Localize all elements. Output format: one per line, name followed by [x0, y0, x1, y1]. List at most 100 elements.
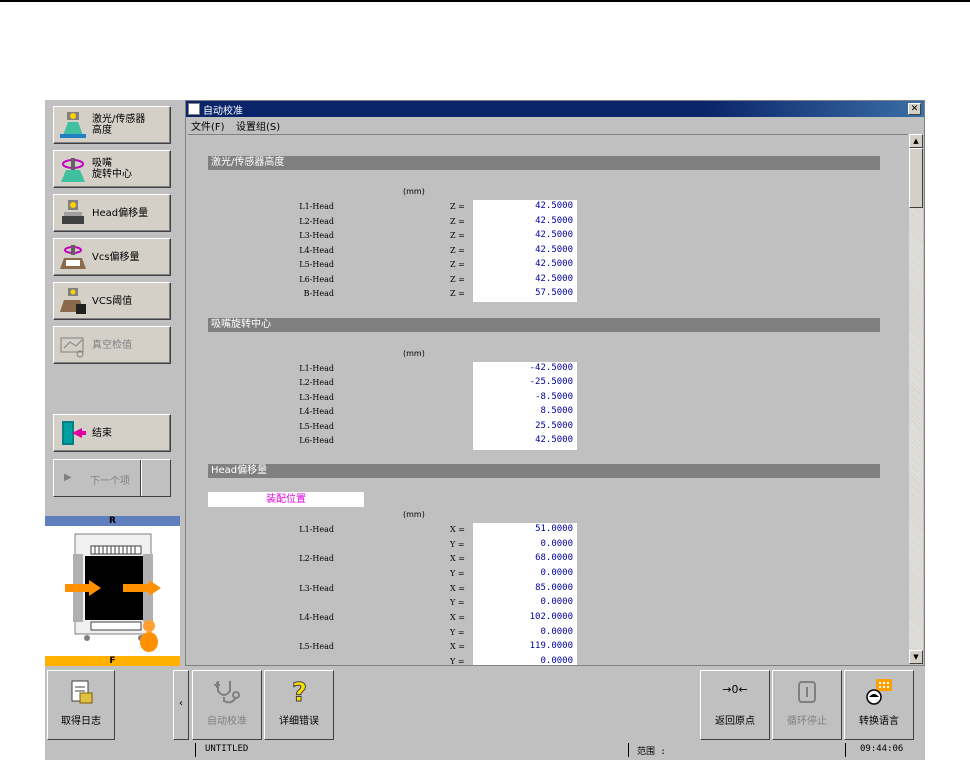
head-offset-unit-label: (mm)	[403, 510, 425, 519]
head-offset-x-field[interactable]: 102.0000	[473, 612, 573, 622]
laser-axis-label: Z =	[450, 260, 465, 269]
log-document-icon	[66, 677, 96, 707]
laser-axis-label: Z =	[450, 289, 465, 298]
app-root: 激光/传感器 高度 吸嘴 旋转中心 Head偏移量 Vcs偏移量 VCS阈值 真…	[45, 100, 925, 760]
nozzle-rotation-icon	[58, 154, 88, 184]
x-axis-label: X =	[450, 584, 465, 593]
auto-check-label: 自动校准	[207, 716, 247, 727]
vcs-offset-icon	[58, 242, 88, 272]
get-log-label: 取得日志	[61, 716, 101, 727]
laser-value-field[interactable]: 42.5000	[473, 259, 573, 269]
head-offset-y-field[interactable]: 0.0000	[473, 539, 573, 549]
head-offset-x-field[interactable]: 85.0000	[473, 583, 573, 593]
laser-row-label: L1-Head	[299, 202, 334, 211]
vacuum-check-label: 真空检值	[92, 339, 132, 351]
finish-button[interactable]: 结束	[53, 414, 171, 452]
vcs-offset-label: Vcs偏移量	[92, 251, 140, 263]
nozzle-value-field[interactable]: 25.5000	[473, 421, 573, 431]
head-offset-button[interactable]: Head偏移量	[53, 194, 171, 232]
vacuum-check-button[interactable]: 真空检值	[53, 326, 171, 364]
nozzle-row-label: L5-Head	[299, 422, 334, 431]
scroll-thumb[interactable]	[909, 148, 923, 208]
error-detail-button[interactable]: ? 详细错误	[264, 670, 334, 740]
close-button[interactable]: ✕	[908, 103, 921, 115]
laser-value-field[interactable]: 42.5000	[473, 201, 573, 211]
auto-check-button[interactable]: 自动校准	[192, 670, 262, 740]
laser-axis-label: Z =	[450, 217, 465, 226]
nozzle-value-field[interactable]: 8.5000	[473, 406, 573, 416]
laser-sensor-label-1: 激光/传感器	[92, 114, 146, 125]
head-offset-x-field[interactable]: 119.0000	[473, 641, 573, 651]
laser-row-label: L5-Head	[299, 260, 334, 269]
laser-value-field[interactable]: 42.5000	[473, 216, 573, 226]
vcs-offset-button[interactable]: Vcs偏移量	[53, 238, 171, 276]
stethoscope-icon	[212, 677, 242, 707]
auto-calibration-window: 自动校准 ✕ 文件(F) 设置组(S) 激光/传感器高度 (mm) L1-Hea…	[185, 100, 925, 666]
head-offset-row-label: L3-Head	[299, 584, 334, 593]
section-laser-header: 激光/传感器高度	[208, 156, 880, 170]
board-conveyor-diagram: R F	[45, 516, 180, 666]
nozzle-row-label: L4-Head	[299, 407, 334, 416]
laser-value-field[interactable]: 57.5000	[473, 288, 573, 298]
nozzle-row-label: L1-Head	[299, 364, 334, 373]
toolbar-collapse-button[interactable]: ‹	[173, 670, 189, 740]
nozzle-value-field[interactable]: -42.5000	[473, 363, 573, 373]
status-divider	[195, 743, 196, 757]
status-bar: UNTITLED 范围 : 09:44:06	[45, 741, 925, 760]
head-offset-y-field[interactable]: 0.0000	[473, 627, 573, 637]
head-offset-y-field[interactable]: 0.0000	[473, 568, 573, 578]
title-bar: 自动校准 ✕	[186, 101, 924, 117]
head-offset-y-field[interactable]: 0.0000	[473, 656, 573, 665]
laser-value-field[interactable]: 42.5000	[473, 230, 573, 240]
laser-axis-label: Z =	[450, 231, 465, 240]
x-axis-label: X =	[450, 613, 465, 622]
menu-settings-group[interactable]: 设置组(S)	[236, 118, 280, 133]
nozzle-value-field[interactable]: -8.5000	[473, 392, 573, 402]
next-item-label: 下一个项	[90, 476, 130, 487]
get-log-button[interactable]: 取得日志	[47, 670, 115, 740]
play-arrow-icon: ▶	[64, 472, 72, 483]
window-title: 自动校准	[203, 106, 243, 117]
top-border-line	[0, 0, 970, 2]
nozzle-label-1: 吸嘴	[92, 158, 112, 169]
cycle-stop-button[interactable]: 循环停止	[772, 670, 842, 740]
conveyor-board-graphic	[65, 533, 161, 652]
y-axis-label: Y =	[450, 628, 465, 637]
nozzle-value-field[interactable]: 42.5000	[473, 435, 573, 445]
head-offset-y-field[interactable]: 0.0000	[473, 597, 573, 607]
head-offset-row-label: L4-Head	[299, 613, 334, 622]
finish-label: 结束	[92, 427, 112, 439]
status-file-name: UNTITLED	[205, 744, 249, 754]
cycle-icon	[792, 677, 822, 707]
switch-language-button[interactable]: 转换语言	[844, 670, 914, 740]
nozzle-value-field[interactable]: -25.5000	[473, 377, 573, 387]
laser-value-field[interactable]: 42.5000	[473, 274, 573, 284]
laser-axis-label: Z =	[450, 275, 465, 284]
vcs-threshold-button[interactable]: VCS阈值	[53, 282, 171, 320]
board-rear-label: R	[45, 516, 180, 526]
head-offset-x-field[interactable]: 68.0000	[473, 553, 573, 563]
laser-value-field[interactable]: 42.5000	[473, 245, 573, 255]
y-axis-label: Y =	[450, 657, 465, 665]
next-item-button[interactable]: ▶ 下一个项	[53, 459, 171, 497]
head-offset-row-label: L1-Head	[299, 525, 334, 534]
calibration-content: 激光/传感器高度 (mm) L1-Head Z = 42.5000 L2-Hea…	[188, 134, 908, 665]
laser-row-label: B-Head	[303, 289, 334, 298]
status-range-label: 范围 :	[637, 747, 666, 757]
return-origin-label: 返回原点	[715, 716, 755, 727]
vertical-scrollbar[interactable]: ▲ ▼	[909, 134, 923, 664]
menu-file[interactable]: 文件(F)	[191, 118, 225, 133]
nozzle-label-2: 旋转中心	[92, 169, 132, 180]
head-offset-icon	[58, 198, 88, 228]
x-axis-label: X =	[450, 642, 465, 651]
return-origin-icon: →0←	[722, 683, 748, 696]
laser-sensor-height-button[interactable]: 激光/传感器 高度	[53, 106, 171, 144]
nozzle-rotation-center-button[interactable]: 吸嘴 旋转中心	[53, 150, 171, 188]
error-detail-label: 详细错误	[279, 716, 319, 727]
scroll-up-button[interactable]: ▲	[909, 134, 923, 148]
head-offset-x-field[interactable]: 51.0000	[473, 524, 573, 534]
return-origin-button[interactable]: →0← 返回原点	[700, 670, 770, 740]
head-offset-row-label: L5-Head	[299, 642, 334, 651]
scroll-down-button[interactable]: ▼	[909, 650, 923, 664]
x-axis-label: X =	[450, 525, 465, 534]
